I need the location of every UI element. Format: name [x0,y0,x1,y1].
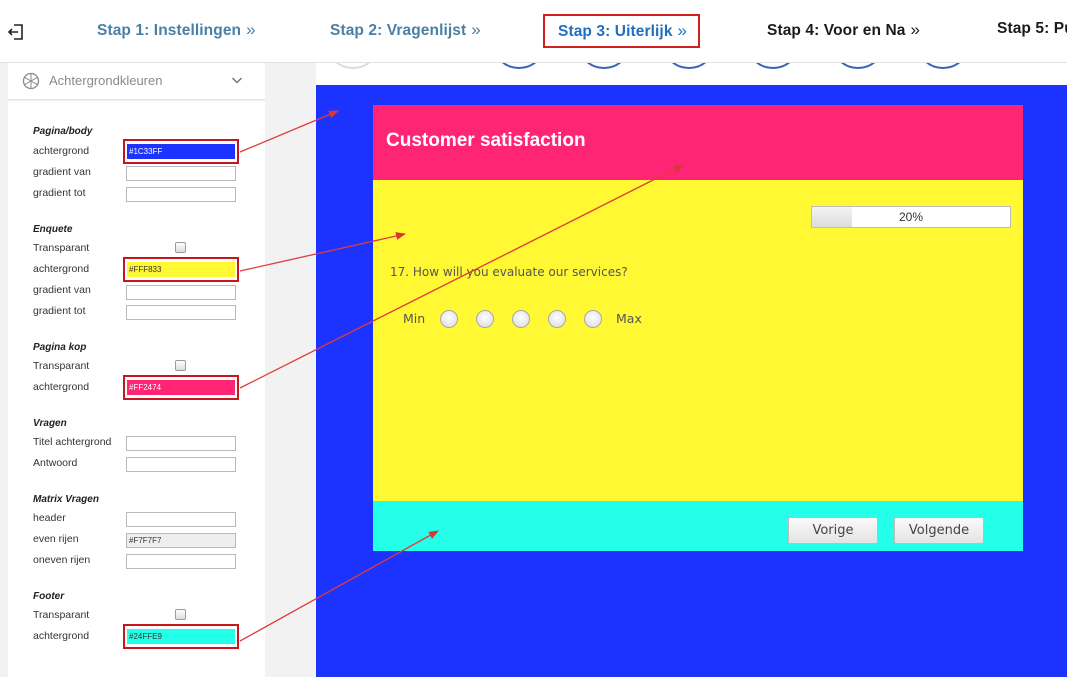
theme-option[interactable] [748,63,798,69]
survey-gradient-from-label: gradient van [33,284,91,296]
header-bg-highlight: #FF2474 [123,375,239,400]
section-footer-title: Footer [33,591,65,602]
survey-header: Customer satisfaction [373,105,1023,180]
exit-icon[interactable] [6,22,26,42]
progress-text: 20% [898,210,924,224]
theme-selector-strip [316,63,1067,85]
step-1-settings[interactable]: Stap 1: Instellingen» [97,20,256,40]
double-chevron-icon: » [677,21,688,40]
question-title-bg-label: Titel achtergrond [33,436,112,448]
scale-max-label: Max [616,311,642,326]
page-gradient-to-label: gradient tot [33,187,86,199]
header-transparent-checkbox[interactable] [175,360,186,371]
page-bg-highlight: #1C33FF [123,139,239,164]
survey-bg-color-field[interactable]: #FFF833 [127,262,235,277]
rating-radio-4[interactable] [548,310,566,328]
step-5-publish[interactable]: Stap 5: Pu [997,20,1067,38]
rating-radio-2[interactable] [476,310,494,328]
theme-option[interactable] [664,63,714,69]
survey-transparent-checkbox[interactable] [175,242,186,253]
header-bg-label: achtergrond [33,381,90,393]
answer-label: Antwoord [33,457,78,469]
chevron-down-icon[interactable] [231,74,243,86]
panel-title: Achtergrondkleuren [49,73,163,88]
double-chevron-icon: » [246,20,256,39]
footer-transparent-checkbox[interactable] [175,609,186,620]
rating-radio-1[interactable] [440,310,458,328]
page-gradient-to-field[interactable] [126,187,236,202]
section-questions-title: Vragen [33,418,67,429]
theme-option[interactable] [833,63,883,69]
survey-gradient-to-field[interactable] [126,305,236,320]
header-bg-color-field[interactable]: #FF2474 [127,380,235,395]
progress-bar: 20% [811,206,1011,228]
palette-icon [22,72,40,90]
scale-min-label: Min [403,311,426,326]
question-title-bg-field[interactable] [126,436,236,451]
page-bg-label: achtergrond [33,145,90,157]
section-matrix-title: Matrix Vragen [33,494,99,505]
step-4-before-after[interactable]: Stap 4: Voor en Na» [767,20,920,40]
background-colors-panel-header[interactable]: Achtergrondkleuren [8,63,265,100]
step-navigation-bar: Stap 1: Instellingen» Stap 2: Vragenlijs… [0,0,1067,63]
survey-footer: Vorige Volgende [373,501,1023,551]
footer-bg-highlight: #24FFE9 [123,624,239,649]
page-bg-color-field[interactable]: #1C33FF [127,144,235,159]
matrix-header-label: header [33,512,66,524]
rating-radio-3[interactable] [512,310,530,328]
matrix-even-rows-label: even rijen [33,533,79,545]
theme-option[interactable] [579,63,629,69]
survey-bg-label: achtergrond [33,263,90,275]
footer-bg-label: achtergrond [33,630,90,642]
footer-transparent-label: Transparant [33,609,90,621]
question-text: 17. How will you evaluate our services? [390,265,628,279]
double-chevron-icon: » [910,20,921,39]
survey-preview: Customer satisfaction 20% 17. How will y… [373,105,1023,551]
matrix-odd-rows-field[interactable] [126,554,236,569]
survey-gradient-from-field[interactable] [126,285,236,300]
survey-bg-highlight: #FFF833 [123,257,239,282]
background-colors-panel: Pagina/body achtergrond #1C33FF gradient… [8,101,265,677]
matrix-even-rows-field[interactable]: #F7F7F7 [126,533,236,548]
footer-bg-color-field[interactable]: #24FFE9 [127,629,235,644]
double-chevron-icon: » [471,20,481,39]
previous-button[interactable]: Vorige [788,517,878,544]
survey-body: 20% 17. How will you evaluate our servic… [373,180,1023,501]
matrix-header-field[interactable] [126,512,236,527]
section-survey-title: Enquete [33,224,73,235]
survey-title: Customer satisfaction [386,130,586,151]
theme-option[interactable] [494,63,544,69]
theme-option[interactable] [918,63,968,69]
survey-gradient-to-label: gradient tot [33,305,86,317]
step-3-appearance[interactable]: Stap 3: Uiterlijk» [543,14,701,48]
section-header-title: Pagina kop [33,342,87,353]
page-gradient-from-label: gradient van [33,166,91,178]
settings-sidebar: Achtergrondkleuren Pagina/body achtergro… [0,63,292,677]
theme-option[interactable] [328,63,378,69]
page-gradient-from-field[interactable] [126,166,236,181]
answer-field[interactable] [126,457,236,472]
next-button[interactable]: Volgende [894,517,984,544]
rating-radio-5[interactable] [584,310,602,328]
matrix-odd-rows-label: oneven rijen [33,554,91,566]
step-2-questionnaire[interactable]: Stap 2: Vragenlijst» [330,20,481,40]
survey-transparent-label: Transparant [33,242,90,254]
header-transparent-label: Transparant [33,360,90,372]
section-page-title: Pagina/body [33,126,93,137]
